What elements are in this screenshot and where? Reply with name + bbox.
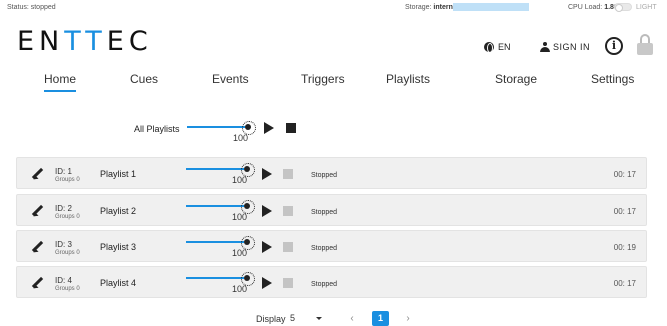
storage-usage-bar	[453, 3, 529, 11]
chevron-down-icon[interactable]	[316, 317, 322, 320]
stop-button[interactable]	[283, 278, 293, 288]
display-label: Display	[256, 314, 286, 324]
user-icon	[540, 42, 550, 52]
cpu-label: CPU Load:	[568, 4, 603, 11]
all-playlists-label: All Playlists	[134, 124, 180, 134]
storage-label: Storage:	[405, 4, 432, 11]
volume-knob-icon[interactable]	[241, 272, 255, 286]
playlist-name: Playlist 4	[100, 278, 137, 288]
play-button[interactable]	[262, 241, 272, 253]
sign-in-button[interactable]: SIGN IN	[540, 42, 590, 52]
status-bar: Status: stopped Storage: internal CPU Lo…	[0, 0, 667, 14]
storage-indicator: Storage: internal	[405, 4, 459, 11]
playlist-volume-slider[interactable]: 100	[186, 200, 256, 222]
play-all-button[interactable]	[264, 122, 274, 134]
nav-settings[interactable]: Settings	[591, 72, 634, 86]
volume-knob-icon[interactable]	[242, 121, 256, 135]
main-nav: Home Cues Events Triggers Playlists Stor…	[0, 72, 667, 92]
nav-home[interactable]: Home	[44, 72, 77, 92]
playlist-name: Playlist 2	[100, 206, 137, 216]
edit-pencil-icon[interactable]	[31, 241, 43, 253]
globe-icon	[484, 42, 494, 53]
language-selector[interactable]: EN	[484, 42, 511, 53]
playlist-volume-slider[interactable]: 100	[186, 163, 256, 185]
edit-pencil-icon[interactable]	[31, 277, 43, 289]
page-size-select[interactable]: 5	[290, 313, 330, 325]
playlist-row: ID: 4 Groups 0 Playlist 4 100 Stopped 00…	[16, 266, 647, 298]
volume-knob-icon[interactable]	[241, 200, 255, 214]
playlist-duration: 00: 17	[613, 279, 636, 288]
lock-icon[interactable]	[637, 34, 653, 55]
player-status: Status: stopped	[7, 4, 56, 11]
enttec-logo: ENTTEC	[17, 26, 153, 57]
playlist-row: ID: 3 Groups 0 Playlist 3 100 Stopped 00…	[16, 230, 647, 262]
playlist-groups: Groups 0	[55, 177, 80, 183]
playlist-status: Stopped	[311, 172, 338, 179]
all-volume-value: 100	[233, 133, 249, 143]
play-button[interactable]	[262, 205, 272, 217]
play-button[interactable]	[262, 277, 272, 289]
nav-playlists[interactable]: Playlists	[386, 72, 430, 86]
edit-pencil-icon[interactable]	[31, 205, 43, 217]
stop-button[interactable]	[283, 169, 293, 179]
playlist-name: Playlist 1	[100, 169, 137, 179]
play-button[interactable]	[262, 168, 272, 180]
edit-pencil-icon[interactable]	[31, 168, 43, 180]
prev-page-button[interactable]: ‹	[346, 313, 358, 325]
volume-knob-icon[interactable]	[241, 236, 255, 250]
playlist-status: Stopped	[311, 245, 338, 252]
playlist-row: ID: 1 Groups 0 Playlist 1 100 Stopped 00…	[16, 157, 647, 189]
playlist-groups: Groups 0	[55, 286, 80, 292]
pagination: Display 5 ‹ 1 ›	[0, 311, 667, 326]
nav-cues[interactable]: Cues	[130, 72, 158, 86]
theme-label: LIGHT	[636, 4, 657, 11]
playlist-name: Playlist 3	[100, 242, 137, 252]
playlist-id: ID: 1	[55, 167, 72, 176]
nav-storage[interactable]: Storage	[495, 72, 537, 86]
playlist-duration: 00: 17	[613, 207, 636, 216]
theme-toggle[interactable]	[614, 3, 632, 12]
playlist-duration: 00: 17	[613, 170, 636, 179]
stop-button[interactable]	[283, 206, 293, 216]
playlist-id: ID: 2	[55, 204, 72, 213]
playlist-groups: Groups 0	[55, 214, 80, 220]
info-icon[interactable]: i	[605, 37, 623, 55]
next-page-button[interactable]: ›	[402, 313, 414, 325]
playlist-row: ID: 2 Groups 0 Playlist 2 100 Stopped 00…	[16, 194, 647, 226]
all-volume-slider[interactable]: 100	[187, 121, 257, 143]
playlist-id: ID: 3	[55, 240, 72, 249]
playlist-volume-slider[interactable]: 100	[186, 272, 256, 294]
language-label: EN	[498, 42, 511, 52]
stop-button[interactable]	[283, 242, 293, 252]
playlist-volume-value: 100	[232, 212, 248, 222]
playlist-volume-value: 100	[232, 248, 248, 258]
sign-in-label: SIGN IN	[553, 42, 591, 52]
playlist-duration: 00: 19	[613, 243, 636, 252]
playlist-groups: Groups 0	[55, 250, 80, 256]
nav-triggers[interactable]: Triggers	[301, 72, 345, 86]
current-page-button[interactable]: 1	[372, 311, 389, 326]
playlist-volume-slider[interactable]: 100	[186, 236, 256, 258]
nav-events[interactable]: Events	[212, 72, 249, 86]
playlist-status: Stopped	[311, 281, 338, 288]
playlist-volume-value: 100	[232, 284, 248, 294]
playlist-status: Stopped	[311, 209, 338, 216]
playlist-volume-value: 100	[232, 175, 248, 185]
playlist-id: ID: 4	[55, 276, 72, 285]
volume-knob-icon[interactable]	[241, 163, 255, 177]
stop-all-button[interactable]	[286, 123, 296, 133]
